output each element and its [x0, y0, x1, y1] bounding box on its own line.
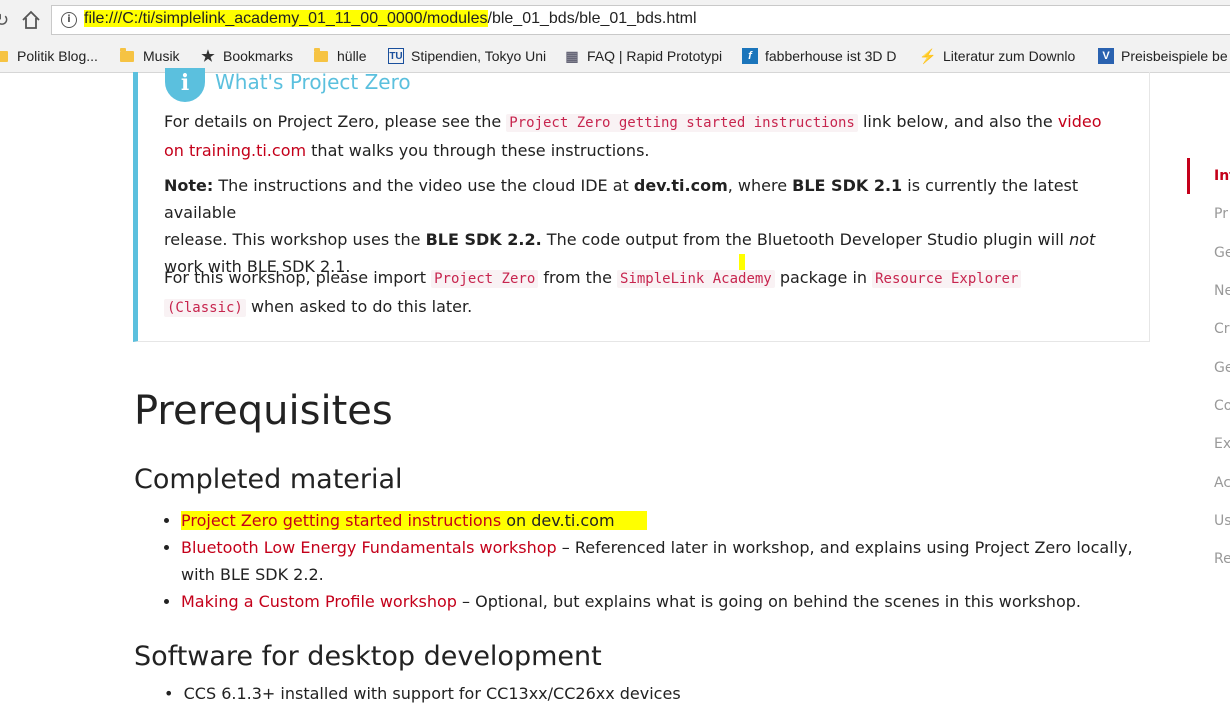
inline-code: Resource Explorer [872, 270, 1022, 288]
text: For this workshop, please import [164, 268, 432, 287]
runner-icon: ⚡ [919, 47, 937, 64]
text: release. This workshop uses the [164, 230, 426, 249]
text: package in [774, 268, 873, 287]
custom-profile-link[interactable]: Making a Custom Profile workshop [181, 592, 457, 611]
folder-icon [0, 50, 8, 62]
bookmark-bookmarks[interactable]: ★ Bookmarks [200, 46, 293, 66]
callout-title: What's Project Zero [215, 70, 411, 94]
callout-paragraph-3: For this workshop, please import Project… [164, 264, 1124, 322]
completed-material-list: Project Zero getting started instruction… [164, 507, 1171, 615]
toc-item[interactable]: Ex [1214, 436, 1230, 452]
bookmark-label: Bookmarks [223, 48, 294, 64]
toc-item[interactable]: Int [1214, 168, 1230, 184]
text: that walks you through these instruction… [306, 141, 650, 160]
text-bold: dev.ti.com [633, 176, 728, 195]
folder-icon [120, 47, 134, 62]
callout-paragraph-1: For details on Project Zero, please see … [164, 108, 1124, 164]
toc-item[interactable]: Cr [1214, 321, 1230, 337]
bookmark-label: hülle [337, 48, 367, 64]
home-icon[interactable] [20, 9, 42, 31]
f-icon: f [742, 48, 758, 64]
bookmark-label: Politik Blog... [17, 48, 98, 64]
bookmark-fabberhouse[interactable]: f fabberhouse ist 3D D [742, 46, 897, 66]
folder-icon [314, 47, 328, 62]
url-text[interactable]: file:///C:/ti/simplelink_academy_01_11_0… [84, 10, 697, 28]
bookmark-label: Stipendien, Tokyo Uni [411, 48, 547, 64]
toc-active-indicator [1187, 158, 1190, 194]
text-bold: BLE SDK 2.2. [425, 230, 542, 249]
toc-item[interactable]: Re [1214, 551, 1230, 567]
text: from the [538, 268, 618, 287]
url-highlighted: file:///C:/ti/simplelink_academy_01_11_0… [84, 10, 488, 27]
text: The code output from the Bluetooth Devel… [541, 230, 1070, 249]
training-link[interactable]: on training.ti.com [164, 141, 306, 160]
bookmark-preisbeispiele[interactable]: V Preisbeispiele be [1098, 46, 1228, 66]
bookmark-label: fabberhouse ist 3D D [765, 48, 897, 64]
toc-item[interactable]: Ac [1214, 475, 1230, 491]
text: when asked to do this later. [245, 297, 473, 316]
inline-code: (Classic) [164, 299, 246, 317]
reload-icon[interactable]: ↻ [0, 10, 9, 31]
text-italic: not [1069, 230, 1096, 249]
address-bar[interactable]: i file:///C:/ti/simplelink_academy_01_11… [51, 5, 1230, 35]
project-zero-link[interactable]: Project Zero getting started instruction… [181, 511, 501, 530]
text: CCS 6.1.3+ installed with support for CC… [183, 684, 681, 703]
list-item: Bluetooth Low Energy Fundamentals worksh… [181, 534, 1171, 588]
tu-icon: TU [388, 48, 404, 64]
text: , where [727, 176, 793, 195]
star-icon: ★ [201, 48, 215, 65]
list-item: Project Zero getting started instruction… [181, 507, 1171, 534]
bookmark-faq[interactable]: ▦ FAQ | Rapid Prototypi [564, 46, 722, 66]
bookmark-label: FAQ | Rapid Prototypi [587, 48, 723, 64]
toc-item[interactable]: Co [1214, 398, 1230, 414]
toc-item[interactable]: Pr [1214, 206, 1228, 222]
text: with BLE SDK 2.2. [181, 565, 324, 584]
bookmark-label: Literatur zum Downlo [943, 48, 1076, 64]
video-link[interactable]: video [1058, 112, 1102, 131]
list-item-partial: • CCS 6.1.3+ installed with support for … [164, 684, 681, 703]
inline-code: SimpleLink Academy [617, 270, 775, 288]
note-label: Note: [164, 176, 214, 195]
section-heading-completed: Completed material [134, 464, 403, 495]
bookmark-politik[interactable]: Politik Blog... [0, 46, 98, 66]
text: – Optional, but explains what is going o… [456, 592, 1081, 611]
toc-item[interactable]: Ge [1214, 245, 1230, 261]
bookmark-literatur[interactable]: ⚡ Literatur zum Downlo [919, 46, 1076, 66]
browser-toolbar: ↻ i file:///C:/ti/simplelink_academy_01_… [0, 0, 1230, 40]
cube-icon: ▦ [565, 47, 579, 64]
url-rest: /ble_01_bds/ble_01_bds.html [487, 10, 697, 27]
text: For details on Project Zero, please see … [164, 112, 507, 131]
toc-item[interactable]: Ne [1214, 283, 1230, 299]
text: – Referenced later in workshop, and expl… [556, 538, 1133, 557]
text: link below, and also the [857, 112, 1058, 131]
bookmark-stipendien[interactable]: TU Stipendien, Tokyo Uni [388, 46, 546, 66]
toc-item[interactable]: Ge [1214, 360, 1230, 376]
bookmark-label: Preisbeispiele be [1121, 48, 1228, 64]
text-bold: BLE SDK 2.1 [792, 176, 903, 195]
bookmark-label: Musik [143, 48, 180, 64]
info-icon[interactable]: i [61, 12, 77, 28]
inline-code: Project Zero [431, 270, 539, 288]
list-item: Making a Custom Profile workshop – Optio… [181, 588, 1171, 615]
text: on dev.ti.com [501, 511, 615, 530]
bookmark-huelle[interactable]: hülle [314, 46, 367, 66]
page-heading-prerequisites: Prerequisites [134, 388, 393, 434]
toc-item[interactable]: Us [1214, 513, 1230, 529]
bookmark-musik[interactable]: Musik [120, 46, 180, 66]
text: The instructions and the video use the c… [213, 176, 634, 195]
ble-fundamentals-link[interactable]: Bluetooth Low Energy Fundamentals worksh… [181, 538, 557, 557]
v-icon: V [1098, 48, 1114, 64]
inline-code: Project Zero getting started instruction… [506, 114, 858, 132]
section-heading-software: Software for desktop development [134, 641, 602, 672]
